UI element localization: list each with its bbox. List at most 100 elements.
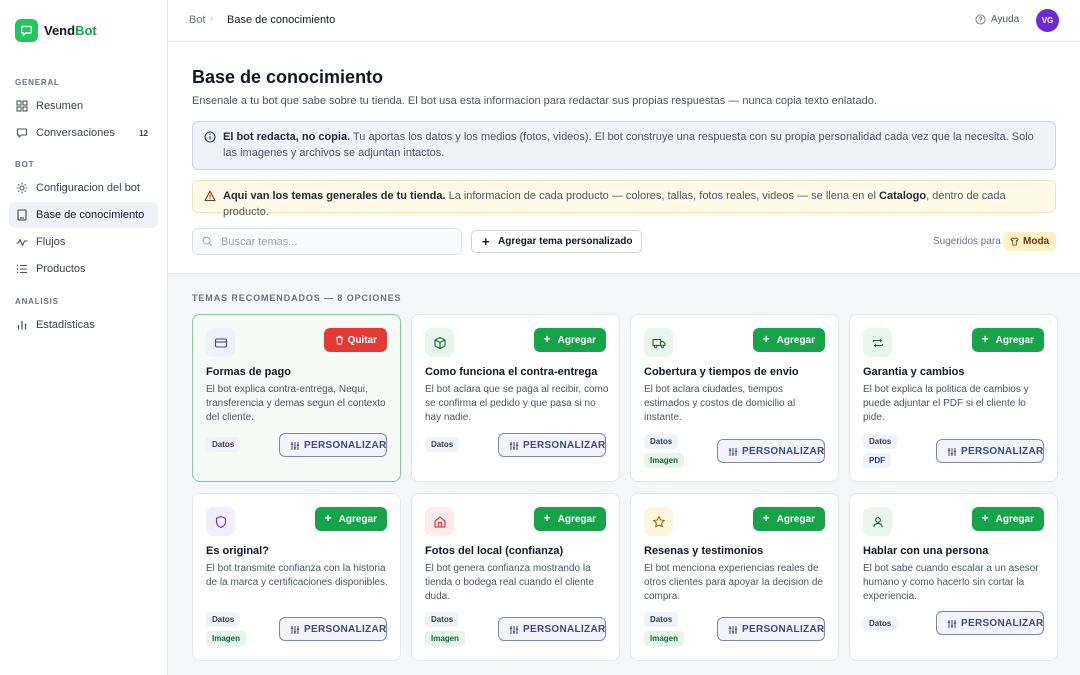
chip-imagen: Imagen [644, 631, 685, 646]
personalize-button[interactable]: PERSONALIZAR [498, 617, 606, 641]
chip-datos: Datos [644, 434, 679, 449]
topic-card-es-original[interactable]: + Agregar Es original? El bot transmite … [192, 493, 401, 661]
sliders-icon [509, 626, 519, 634]
card-description: El bot explica la politica de cambios y … [863, 384, 1029, 423]
topic-card-garantia-cambios[interactable]: + Agregar Garantia y cambios El bot expl… [849, 314, 1058, 482]
page-subtitle: Ensenale a tu bot que sabe sobre tu tien… [192, 95, 877, 107]
topic-card-fotos-local[interactable]: + Agregar Fotos del local (confianza) El… [411, 493, 620, 661]
book-icon [17, 209, 27, 221]
plus-icon: + [981, 332, 989, 346]
add-button-label: Agregar [338, 513, 377, 525]
nav-section-general: GENERAL [15, 78, 60, 87]
personalize-label: PERSONALIZAR [742, 445, 825, 457]
search-input[interactable] [221, 229, 451, 254]
help-circle-icon [975, 14, 986, 25]
personalize-button[interactable]: PERSONALIZAR [498, 433, 606, 457]
card-title: Fotos del local (confianza) [425, 545, 564, 557]
chip-imagen: Imagen [644, 453, 685, 468]
sidebar-item-label: Productos [36, 263, 86, 275]
personalize-label: PERSONALIZAR [961, 445, 1044, 457]
sliders-icon [728, 448, 738, 456]
breadcrumb-current: Base de conocimiento [227, 14, 336, 26]
add-button-label: Agregar [776, 513, 815, 525]
warning-note: Aqui van los temas generales de tu tiend… [192, 180, 1056, 218]
sidebar-item-flujos[interactable]: Flujos [9, 229, 158, 255]
add-topic-button[interactable]: + Agregar [971, 507, 1044, 531]
gear-icon [16, 182, 28, 194]
sliders-icon [509, 442, 519, 450]
add-button-label: Agregar [995, 513, 1034, 525]
personalize-button[interactable]: PERSONALIZAR [279, 617, 387, 641]
sidebar-item-label: Conversaciones [36, 127, 115, 139]
add-custom-topic-button[interactable]: + Agregar tema personalizado [471, 230, 643, 253]
exchange-icon [863, 328, 892, 357]
add-topic-button[interactable]: + Agregar [752, 328, 825, 352]
sidebar-item-conversaciones[interactable]: Conversaciones 12 [9, 120, 158, 146]
brand[interactable]: VendBot [15, 19, 97, 42]
help-label: Ayuda [991, 14, 1020, 25]
add-topic-button[interactable]: + Agregar [533, 507, 606, 531]
warning-note-text: La informacion de cada producto — colore… [445, 190, 880, 202]
trash-icon [335, 335, 343, 345]
topic-card-contra-entrega[interactable]: + Agregar Como funciona el contra-entreg… [411, 314, 620, 482]
topic-card-hablar-persona[interactable]: + Agregar Hablar con una persona El bot … [849, 493, 1058, 661]
sidebar-item-base-conocimiento[interactable]: Base de conocimiento [9, 202, 158, 228]
plus-icon: + [543, 332, 551, 346]
sliders-icon [947, 448, 957, 456]
store-icon [425, 507, 454, 536]
card-description: El bot menciona experiencias reales de o… [644, 563, 823, 602]
sidebar-item-configuracion[interactable]: Configuracion del bot [9, 175, 158, 201]
bar-chart-icon [17, 321, 27, 330]
shield-icon [206, 507, 235, 536]
grid-icon [16, 100, 28, 112]
add-topic-button[interactable]: + Agregar [752, 507, 825, 531]
sliders-icon [728, 626, 738, 634]
remove-topic-button[interactable]: Quitar [323, 328, 387, 352]
chip-datos: Datos [206, 437, 241, 452]
add-topic-button[interactable]: + Agregar [971, 328, 1044, 352]
category-tag-moda[interactable]: Moda [1004, 232, 1057, 251]
chip-datos: Datos [206, 612, 241, 627]
plus-icon: + [762, 511, 770, 525]
avatar[interactable]: VG [1036, 9, 1059, 32]
info-icon [204, 131, 216, 143]
card-description: El bot genera confianza mostrando la tie… [425, 563, 595, 602]
warning-icon [204, 190, 216, 202]
sidebar-item-label: Base de conocimiento [36, 209, 145, 221]
personalize-button[interactable]: PERSONALIZAR [717, 617, 825, 641]
add-topic-button[interactable]: + Agregar [314, 507, 387, 531]
shirt-icon [1010, 237, 1019, 246]
category-tag-label: Moda [1023, 236, 1050, 247]
sidebar-item-label: Resumen [36, 100, 84, 112]
sidebar-item-productos[interactable]: Productos [9, 256, 158, 282]
plus-icon: + [762, 332, 770, 346]
chat-icon [16, 128, 28, 138]
sidebar-item-resumen[interactable]: Resumen [9, 93, 158, 119]
catalog-link[interactable]: Catalogo [879, 190, 926, 202]
chip-pdf: PDF [863, 453, 891, 468]
card-description: El bot aclara que se paga al recibir, co… [425, 384, 609, 423]
sidebar: VendBot GENERAL Resumen Conversaciones 1… [0, 0, 168, 675]
brand-name: VendBot [44, 23, 97, 38]
chip-datos: Datos [863, 616, 898, 631]
topic-card-resenas[interactable]: + Agregar Resenas y testimonios El bot m… [630, 493, 839, 661]
personalize-button[interactable]: PERSONALIZAR [936, 439, 1044, 463]
card-description: El bot transmite confianza con la histor… [206, 563, 388, 588]
help-button[interactable]: Ayuda [975, 14, 1019, 25]
chip-datos: Datos [863, 434, 898, 449]
add-topic-button[interactable]: + Agregar [533, 328, 606, 352]
topic-card-formas-de-pago[interactable]: Quitar Formas de pago El bot explica con… [192, 314, 401, 482]
card-title: Es original? [206, 545, 269, 557]
warning-note-bold: Aqui van los temas generales de tu tiend… [223, 190, 446, 202]
personalize-button[interactable]: PERSONALIZAR [717, 439, 825, 463]
topic-card-cobertura-envio[interactable]: + Agregar Cobertura y tiempos de envio E… [630, 314, 839, 482]
personalize-button[interactable]: PERSONALIZAR [279, 433, 387, 457]
chip-datos: Datos [644, 612, 679, 627]
sidebar-item-estadisticas[interactable]: Estadisticas [9, 312, 158, 338]
plus-icon: + [981, 511, 989, 525]
card-description: El bot sabe cuando escalar a un asesor h… [863, 563, 1039, 602]
personalize-button[interactable]: PERSONALIZAR [936, 611, 1044, 635]
card-description: El bot explica contra-entrega, Nequi, tr… [206, 384, 386, 423]
breadcrumb-bot[interactable]: Bot [189, 14, 206, 26]
plus-icon: + [543, 511, 551, 525]
